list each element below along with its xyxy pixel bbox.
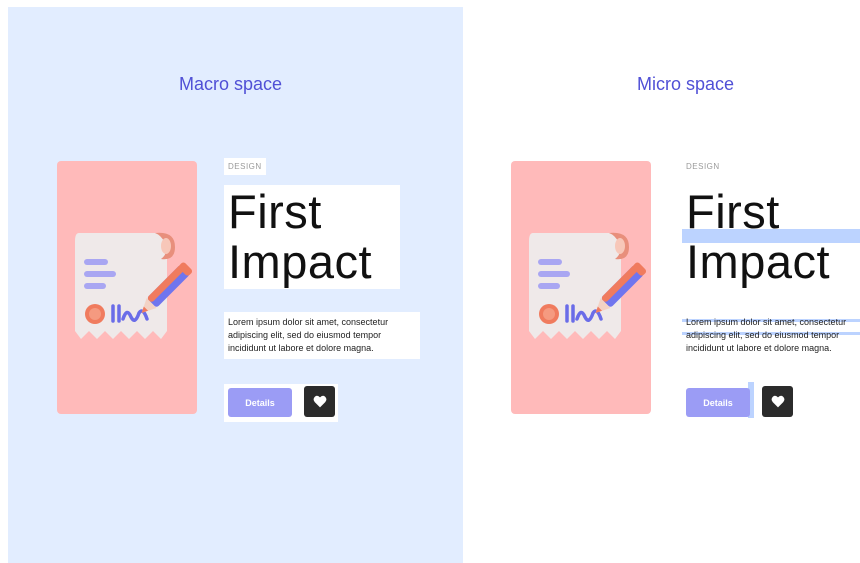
card-title: First Impact <box>224 185 400 289</box>
details-button[interactable]: Details <box>686 388 750 417</box>
receipt-pencil-illustration-icon <box>75 232 193 339</box>
title-line-2: Impact <box>228 235 373 288</box>
heart-icon <box>771 395 784 408</box>
macro-space-panel: Macro space DESIGN First Impact Lorem ip… <box>8 7 463 563</box>
description-line-3: incididunt ut labore et dolore magna. <box>686 343 832 353</box>
card-description: Lorem ipsum dolor sit amet, consectetur … <box>224 312 420 359</box>
card-title: First Impact <box>682 185 834 289</box>
category-label: DESIGN <box>686 162 720 171</box>
heart-icon <box>313 395 326 408</box>
card-illustration <box>511 161 651 414</box>
receipt-pencil-illustration-icon <box>529 232 647 339</box>
card-description: Lorem ipsum dolor sit amet, consectetur … <box>682 312 860 359</box>
title-line-1: First <box>228 185 322 238</box>
card-illustration <box>57 161 197 414</box>
details-button[interactable]: Details <box>228 388 292 417</box>
macro-space-heading: Macro space <box>179 74 283 94</box>
category-label: DESIGN <box>224 158 266 175</box>
favorite-button[interactable] <box>762 386 793 417</box>
card-actions: Details <box>682 384 796 422</box>
micro-space-heading: Micro space <box>637 74 735 94</box>
title-line-1: First <box>686 185 780 238</box>
favorite-button[interactable] <box>304 386 335 417</box>
description-line-1: Lorem ipsum dolor sit amet, consectetur <box>686 317 847 327</box>
card-actions: Details <box>224 384 338 422</box>
description-line-2: adipiscing elit, sed do eiusmod tempor <box>686 330 840 340</box>
micro-space-panel: Micro space DESIGN First Impact Lorem ip… <box>463 0 860 563</box>
title-line-2: Impact <box>686 235 831 288</box>
